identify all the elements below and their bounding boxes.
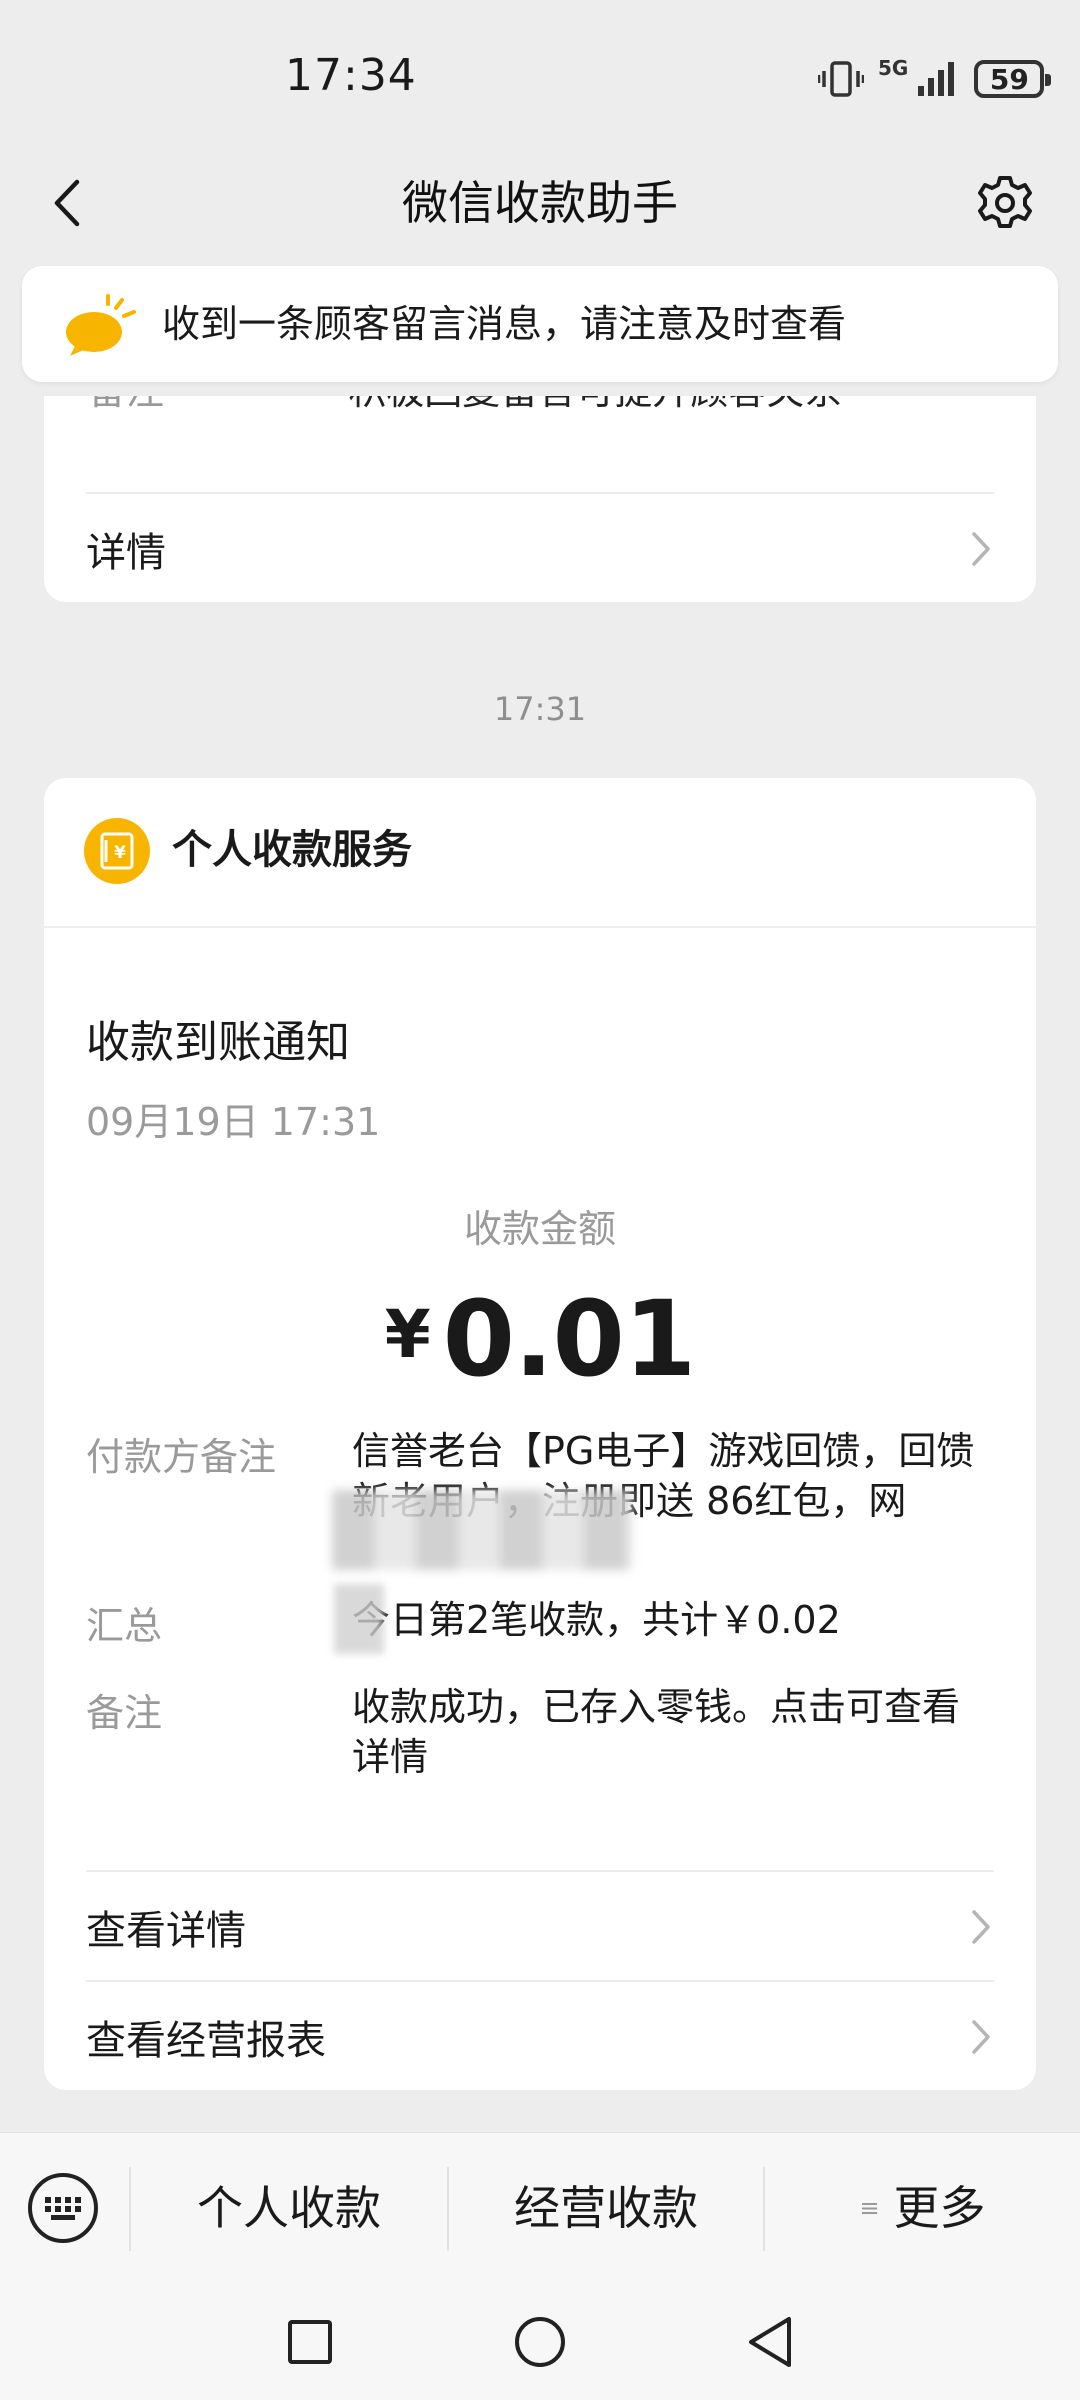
menu-more[interactable]: ≡ 更多 xyxy=(765,2173,1080,2243)
network-type: 5G xyxy=(878,56,909,80)
home-button[interactable] xyxy=(510,2312,570,2372)
notice-text: 收到一条顾客留言消息，请注意及时查看 xyxy=(162,302,847,346)
back-button[interactable] xyxy=(36,168,96,238)
details-link-label: 详情 xyxy=(86,530,166,576)
gear-icon xyxy=(978,176,1032,228)
clipped-remark-row: 备注 积极回复留言可提升顾客关系 xyxy=(88,396,842,415)
menu-more-label: 更多 xyxy=(893,2181,986,2235)
chevron-right-icon xyxy=(970,530,992,572)
amount-display: ¥0.01 xyxy=(44,1278,1036,1400)
battery-indicator: 59 xyxy=(974,60,1052,98)
menu-personal-collection[interactable]: 个人收款 xyxy=(131,2173,447,2243)
wallet-icon: ¥ xyxy=(84,818,150,884)
status-icons: 5G 59 xyxy=(818,54,1052,104)
payer-remark-label: 付款方备注 xyxy=(86,1435,277,1479)
notification-title: 收款到账通知 xyxy=(86,1017,350,1068)
blurred-region xyxy=(334,1584,384,1654)
keyboard-icon xyxy=(45,2197,81,2220)
chevron-left-icon xyxy=(54,179,80,227)
square-icon xyxy=(288,2320,332,2364)
divider xyxy=(44,926,1036,928)
bottom-menu-bar: 个人收款 经营收款 ≡ 更多 xyxy=(0,2132,1080,2285)
system-navigation-bar xyxy=(0,2284,1080,2400)
view-details-link[interactable]: 查看详情 xyxy=(44,1872,1036,1980)
signal-icon xyxy=(918,62,955,96)
payment-notification-card[interactable]: ¥ 个人收款服务 收款到账通知 09月19日 17:31 收款金额 ¥0.01 … xyxy=(44,778,1036,2090)
status-bar: 17:34 5G 59 xyxy=(0,0,1080,160)
keyboard-toggle-button[interactable] xyxy=(28,2173,98,2243)
circle-icon xyxy=(515,2317,565,2367)
chevron-right-icon xyxy=(970,2018,992,2060)
wallet-icon-symbol: ¥ xyxy=(114,843,126,863)
clipped-remark-label: 备注 xyxy=(88,396,164,413)
recent-apps-button[interactable] xyxy=(280,2312,340,2372)
menu-business-collection[interactable]: 经营收款 xyxy=(449,2173,763,2243)
view-business-report-link[interactable]: 查看经营报表 xyxy=(44,1982,1036,2090)
status-time: 17:34 xyxy=(285,50,417,101)
amount-label: 收款金额 xyxy=(463,1207,616,1251)
submenu-icon: ≡ xyxy=(859,2194,880,2222)
notification-datetime: 09月19日 17:31 xyxy=(86,1100,381,1144)
amount-value: 0.01 xyxy=(442,1278,697,1400)
chevron-right-icon xyxy=(970,1908,992,1950)
previous-message-card: 备注 积极回复留言可提升顾客关系 详情 xyxy=(44,396,1036,602)
page-title: 微信收款助手 xyxy=(402,176,678,230)
chat-bubble-icon xyxy=(62,294,138,362)
view-details-label: 查看详情 xyxy=(86,1908,246,1954)
summary-value: 今日第2笔收款，共计￥0.02 xyxy=(352,1598,841,1642)
settings-button[interactable] xyxy=(972,168,1038,238)
service-name: 个人收款服务 xyxy=(172,827,412,873)
details-link[interactable]: 详情 xyxy=(44,494,1036,602)
message-timestamp: 17:31 xyxy=(493,690,587,728)
blurred-region xyxy=(332,1490,632,1570)
summary-label: 汇总 xyxy=(86,1604,163,1648)
currency-symbol: ¥ xyxy=(384,1296,431,1373)
message-notice-banner[interactable]: 收到一条顾客留言消息，请注意及时查看 xyxy=(22,266,1058,382)
clipped-remark-value: 积极回复留言可提升顾客关系 xyxy=(348,396,842,413)
triangle-back-icon xyxy=(749,2317,791,2367)
back-nav-button[interactable] xyxy=(740,2312,800,2372)
remark-value: 收款成功，已存入零钱。点击可查看详情 xyxy=(352,1685,961,1779)
vibrate-icon xyxy=(818,61,864,97)
remark-label: 备注 xyxy=(86,1691,163,1735)
view-business-report-label: 查看经营报表 xyxy=(86,2018,326,2064)
